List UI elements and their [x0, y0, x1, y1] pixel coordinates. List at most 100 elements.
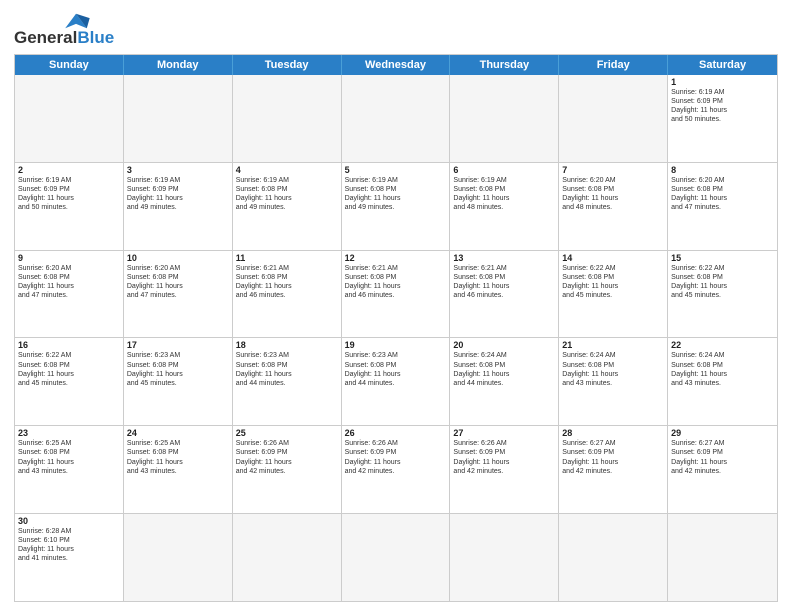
day-number: 17 — [127, 340, 229, 350]
day-number: 14 — [562, 253, 664, 263]
calendar-cell: 2Sunrise: 6:19 AM Sunset: 6:09 PM Daylig… — [15, 163, 124, 250]
day-number: 26 — [345, 428, 447, 438]
cell-info: Sunrise: 6:20 AM Sunset: 6:08 PM Dayligh… — [127, 264, 229, 300]
day-number: 12 — [345, 253, 447, 263]
calendar-cell: 20Sunrise: 6:24 AM Sunset: 6:08 PM Dayli… — [450, 338, 559, 425]
cell-info: Sunrise: 6:24 AM Sunset: 6:08 PM Dayligh… — [671, 351, 774, 387]
calendar-cell: 21Sunrise: 6:24 AM Sunset: 6:08 PM Dayli… — [559, 338, 668, 425]
day-number: 16 — [18, 340, 120, 350]
cell-info: Sunrise: 6:23 AM Sunset: 6:08 PM Dayligh… — [345, 351, 447, 387]
weekday-header: Sunday — [15, 55, 124, 75]
weekday-header: Friday — [559, 55, 668, 75]
weekday-header: Thursday — [450, 55, 559, 75]
day-number: 7 — [562, 165, 664, 175]
calendar-cell: 10Sunrise: 6:20 AM Sunset: 6:08 PM Dayli… — [124, 251, 233, 338]
weekday-header: Saturday — [668, 55, 777, 75]
calendar-cell — [342, 75, 451, 162]
calendar-cell: 9Sunrise: 6:20 AM Sunset: 6:08 PM Daylig… — [15, 251, 124, 338]
calendar-cell: 29Sunrise: 6:27 AM Sunset: 6:09 PM Dayli… — [668, 426, 777, 513]
weekday-header: Monday — [124, 55, 233, 75]
calendar-cell — [233, 75, 342, 162]
calendar-cell — [559, 514, 668, 601]
calendar-cell: 22Sunrise: 6:24 AM Sunset: 6:08 PM Dayli… — [668, 338, 777, 425]
day-number: 29 — [671, 428, 774, 438]
calendar-cell — [559, 75, 668, 162]
cell-info: Sunrise: 6:21 AM Sunset: 6:08 PM Dayligh… — [453, 264, 555, 300]
day-number: 24 — [127, 428, 229, 438]
calendar-header: SundayMondayTuesdayWednesdayThursdayFrid… — [15, 55, 777, 75]
cell-info: Sunrise: 6:27 AM Sunset: 6:09 PM Dayligh… — [671, 439, 774, 475]
calendar-row: 2Sunrise: 6:19 AM Sunset: 6:09 PM Daylig… — [15, 162, 777, 250]
calendar-row: 23Sunrise: 6:25 AM Sunset: 6:08 PM Dayli… — [15, 425, 777, 513]
logo-general: General — [14, 28, 77, 48]
cell-info: Sunrise: 6:22 AM Sunset: 6:08 PM Dayligh… — [671, 264, 774, 300]
day-number: 27 — [453, 428, 555, 438]
cell-info: Sunrise: 6:22 AM Sunset: 6:08 PM Dayligh… — [18, 351, 120, 387]
calendar-cell — [233, 514, 342, 601]
cell-info: Sunrise: 6:27 AM Sunset: 6:09 PM Dayligh… — [562, 439, 664, 475]
cell-info: Sunrise: 6:26 AM Sunset: 6:09 PM Dayligh… — [236, 439, 338, 475]
calendar-cell: 27Sunrise: 6:26 AM Sunset: 6:09 PM Dayli… — [450, 426, 559, 513]
calendar-cell: 17Sunrise: 6:23 AM Sunset: 6:08 PM Dayli… — [124, 338, 233, 425]
cell-info: Sunrise: 6:20 AM Sunset: 6:08 PM Dayligh… — [18, 264, 120, 300]
calendar-cell: 15Sunrise: 6:22 AM Sunset: 6:08 PM Dayli… — [668, 251, 777, 338]
calendar-cell: 25Sunrise: 6:26 AM Sunset: 6:09 PM Dayli… — [233, 426, 342, 513]
calendar-row: 1Sunrise: 6:19 AM Sunset: 6:09 PM Daylig… — [15, 75, 777, 162]
cell-info: Sunrise: 6:26 AM Sunset: 6:09 PM Dayligh… — [453, 439, 555, 475]
calendar-cell: 18Sunrise: 6:23 AM Sunset: 6:08 PM Dayli… — [233, 338, 342, 425]
cell-info: Sunrise: 6:22 AM Sunset: 6:08 PM Dayligh… — [562, 264, 664, 300]
calendar-row: 30Sunrise: 6:28 AM Sunset: 6:10 PM Dayli… — [15, 513, 777, 601]
calendar: SundayMondayTuesdayWednesdayThursdayFrid… — [14, 54, 778, 602]
calendar-cell — [124, 514, 233, 601]
calendar-cell: 13Sunrise: 6:21 AM Sunset: 6:08 PM Dayli… — [450, 251, 559, 338]
calendar-row: 9Sunrise: 6:20 AM Sunset: 6:08 PM Daylig… — [15, 250, 777, 338]
calendar-cell: 30Sunrise: 6:28 AM Sunset: 6:10 PM Dayli… — [15, 514, 124, 601]
day-number: 1 — [671, 77, 774, 87]
day-number: 2 — [18, 165, 120, 175]
day-number: 8 — [671, 165, 774, 175]
day-number: 21 — [562, 340, 664, 350]
calendar-cell: 24Sunrise: 6:25 AM Sunset: 6:08 PM Dayli… — [124, 426, 233, 513]
cell-info: Sunrise: 6:21 AM Sunset: 6:08 PM Dayligh… — [345, 264, 447, 300]
calendar-cell: 6Sunrise: 6:19 AM Sunset: 6:08 PM Daylig… — [450, 163, 559, 250]
day-number: 22 — [671, 340, 774, 350]
day-number: 3 — [127, 165, 229, 175]
day-number: 10 — [127, 253, 229, 263]
cell-info: Sunrise: 6:19 AM Sunset: 6:09 PM Dayligh… — [127, 176, 229, 212]
cell-info: Sunrise: 6:19 AM Sunset: 6:09 PM Dayligh… — [671, 88, 774, 124]
cell-info: Sunrise: 6:19 AM Sunset: 6:09 PM Dayligh… — [18, 176, 120, 212]
calendar-cell: 11Sunrise: 6:21 AM Sunset: 6:08 PM Dayli… — [233, 251, 342, 338]
day-number: 19 — [345, 340, 447, 350]
calendar-cell: 23Sunrise: 6:25 AM Sunset: 6:08 PM Dayli… — [15, 426, 124, 513]
cell-info: Sunrise: 6:25 AM Sunset: 6:08 PM Dayligh… — [18, 439, 120, 475]
page: General Blue SundayMondayTuesdayWednesda… — [0, 0, 792, 612]
cell-info: Sunrise: 6:21 AM Sunset: 6:08 PM Dayligh… — [236, 264, 338, 300]
calendar-cell: 4Sunrise: 6:19 AM Sunset: 6:08 PM Daylig… — [233, 163, 342, 250]
day-number: 15 — [671, 253, 774, 263]
header: General Blue — [14, 10, 778, 48]
cell-info: Sunrise: 6:24 AM Sunset: 6:08 PM Dayligh… — [453, 351, 555, 387]
day-number: 25 — [236, 428, 338, 438]
calendar-body: 1Sunrise: 6:19 AM Sunset: 6:09 PM Daylig… — [15, 75, 777, 601]
cell-info: Sunrise: 6:23 AM Sunset: 6:08 PM Dayligh… — [127, 351, 229, 387]
day-number: 20 — [453, 340, 555, 350]
calendar-cell: 3Sunrise: 6:19 AM Sunset: 6:09 PM Daylig… — [124, 163, 233, 250]
logo: General Blue — [14, 14, 114, 48]
calendar-cell: 5Sunrise: 6:19 AM Sunset: 6:08 PM Daylig… — [342, 163, 451, 250]
cell-info: Sunrise: 6:19 AM Sunset: 6:08 PM Dayligh… — [345, 176, 447, 212]
day-number: 28 — [562, 428, 664, 438]
calendar-cell: 16Sunrise: 6:22 AM Sunset: 6:08 PM Dayli… — [15, 338, 124, 425]
cell-info: Sunrise: 6:19 AM Sunset: 6:08 PM Dayligh… — [236, 176, 338, 212]
calendar-cell — [668, 514, 777, 601]
weekday-header: Tuesday — [233, 55, 342, 75]
calendar-row: 16Sunrise: 6:22 AM Sunset: 6:08 PM Dayli… — [15, 337, 777, 425]
day-number: 23 — [18, 428, 120, 438]
calendar-cell: 28Sunrise: 6:27 AM Sunset: 6:09 PM Dayli… — [559, 426, 668, 513]
day-number: 13 — [453, 253, 555, 263]
calendar-cell: 7Sunrise: 6:20 AM Sunset: 6:08 PM Daylig… — [559, 163, 668, 250]
day-number: 11 — [236, 253, 338, 263]
day-number: 6 — [453, 165, 555, 175]
cell-info: Sunrise: 6:20 AM Sunset: 6:08 PM Dayligh… — [562, 176, 664, 212]
cell-info: Sunrise: 6:26 AM Sunset: 6:09 PM Dayligh… — [345, 439, 447, 475]
cell-info: Sunrise: 6:20 AM Sunset: 6:08 PM Dayligh… — [671, 176, 774, 212]
